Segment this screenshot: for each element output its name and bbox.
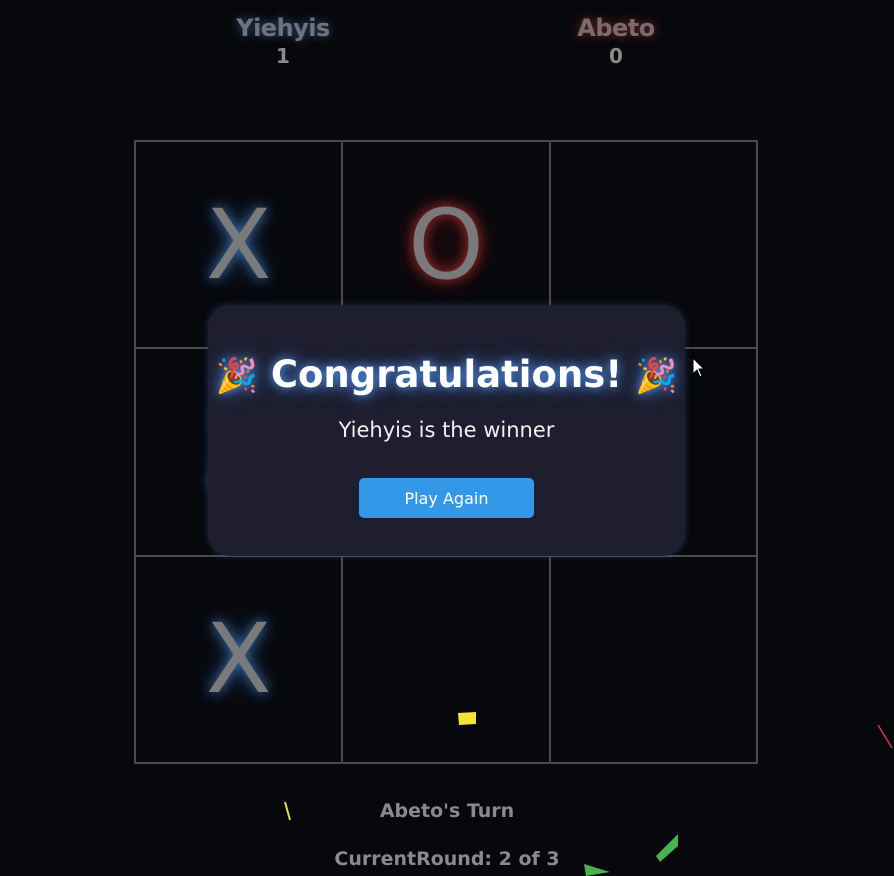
board-cell[interactable]: X xyxy=(135,555,343,763)
player-one-score: 1 xyxy=(276,44,290,68)
confetti-piece xyxy=(656,834,678,862)
winner-message: Yiehyis is the winner xyxy=(338,418,555,442)
round-indicator: CurrentRound: 2 of 3 xyxy=(334,848,560,870)
party-popper-icon: 🎉 xyxy=(215,356,258,396)
confetti-piece xyxy=(284,801,291,821)
party-popper-icon: 🎉 xyxy=(635,356,678,396)
board-cell[interactable] xyxy=(549,555,757,763)
board-cell[interactable] xyxy=(342,555,550,763)
congratulations-title: Congratulations! xyxy=(270,353,623,396)
confetti-piece xyxy=(877,724,893,749)
player-two-panel: Abeto 0 xyxy=(516,14,716,68)
player-one-panel: Yiehyis 1 xyxy=(183,14,383,68)
turn-indicator: Abeto's Turn xyxy=(379,800,515,822)
confetti-piece xyxy=(458,712,476,725)
winner-modal: 🎉 Congratulations! 🎉 Yiehyis is the winn… xyxy=(208,305,685,556)
mouse-cursor-icon xyxy=(692,357,706,378)
confetti-piece xyxy=(584,864,610,876)
modal-title-row: 🎉 Congratulations! 🎉 xyxy=(208,353,685,396)
player-one-name: Yiehyis xyxy=(236,14,330,42)
player-two-score: 0 xyxy=(609,44,623,68)
player-two-name: Abeto xyxy=(577,14,655,42)
play-again-button[interactable]: Play Again xyxy=(359,478,534,518)
